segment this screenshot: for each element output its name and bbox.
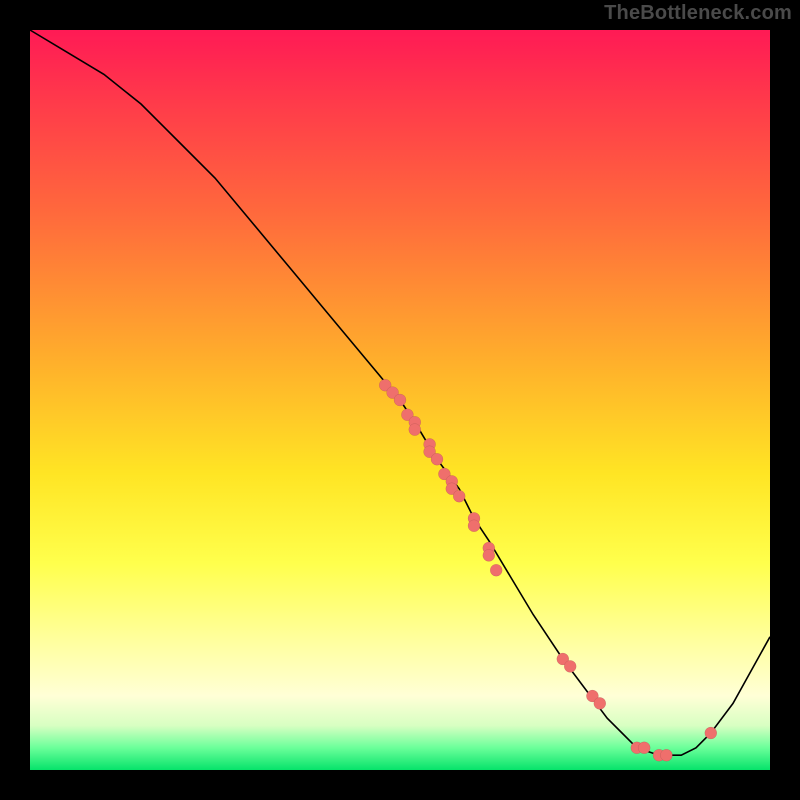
bottleneck-curve bbox=[30, 30, 770, 755]
data-point bbox=[468, 520, 480, 532]
data-point bbox=[594, 697, 606, 709]
page-root: TheBottleneck.com bbox=[0, 0, 800, 800]
data-point bbox=[483, 549, 495, 561]
data-point bbox=[394, 394, 406, 406]
data-point bbox=[490, 564, 502, 576]
data-point bbox=[453, 490, 465, 502]
data-point bbox=[409, 424, 421, 436]
data-point bbox=[660, 749, 672, 761]
chart-plot-area bbox=[30, 30, 770, 770]
data-point bbox=[638, 742, 650, 754]
watermark-text: TheBottleneck.com bbox=[604, 2, 792, 25]
data-points-group bbox=[379, 379, 717, 761]
chart-svg bbox=[30, 30, 770, 770]
data-point bbox=[431, 453, 443, 465]
data-point bbox=[705, 727, 717, 739]
data-point bbox=[564, 660, 576, 672]
